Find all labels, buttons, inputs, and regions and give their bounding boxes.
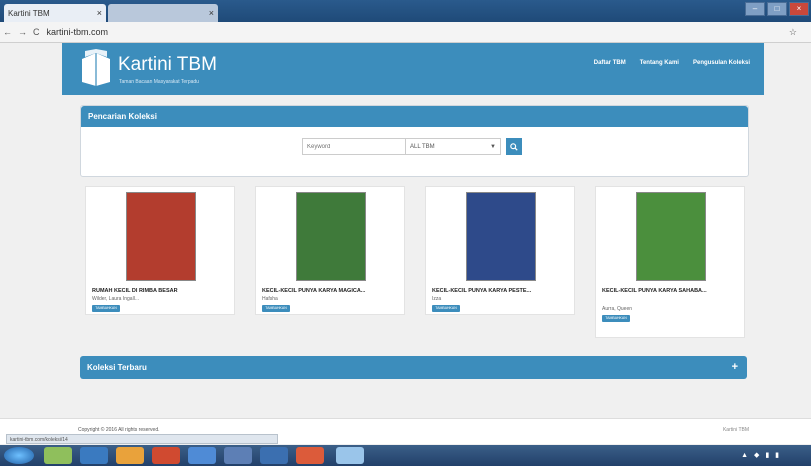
footer-brand: Kartini TBM xyxy=(722,427,749,433)
search-panel: Pencarian Koleksi ALL TBM ▼ xyxy=(80,105,749,177)
explorer-icon[interactable] xyxy=(44,447,72,464)
back-icon[interactable]: ← xyxy=(3,27,12,37)
word-icon[interactable] xyxy=(188,447,216,464)
tbm-select-value: ALL TBM xyxy=(410,143,435,150)
book-title[interactable]: RUMAH KECIL DI RIMBA BESAR xyxy=(92,287,230,295)
close-window-icon[interactable]: × xyxy=(789,2,809,16)
window-controls: – □ × xyxy=(745,2,809,16)
forward-icon[interactable]: → xyxy=(18,27,27,37)
search-input[interactable] xyxy=(302,138,406,155)
os-taskbar: ▲ ◆ ▮ ▮ xyxy=(0,445,811,466)
add-book-button[interactable]: TAMBAHKAN xyxy=(92,305,120,312)
status-url-bar: kartini-tbm.com/koleksi/14 xyxy=(6,434,278,444)
latest-collection-title: Koleksi Terbaru xyxy=(87,363,147,372)
search-icon xyxy=(510,142,518,151)
tab-close-icon-2[interactable]: × xyxy=(209,8,214,18)
ie-icon[interactable] xyxy=(80,447,108,464)
book-logo-icon xyxy=(82,49,110,86)
expand-plus-icon[interactable]: + xyxy=(732,356,738,379)
brand-title[interactable]: Kartini TBM xyxy=(118,54,217,76)
chrome-icon[interactable] xyxy=(296,447,324,464)
reload-icon[interactable]: C xyxy=(33,27,40,37)
book-card: RUMAH KECIL DI RIMBA BESAR Wilder, Laura… xyxy=(85,186,235,315)
tab-title: Kartini TBM xyxy=(8,8,50,18)
site-header: Kartini TBM Taman Bacaan Masyarakat Terp… xyxy=(62,43,764,95)
nav-pengusulan-koleksi[interactable]: Pengusulan Koleksi xyxy=(693,60,750,66)
book-cover-image[interactable] xyxy=(296,192,366,281)
book-author: Izza xyxy=(432,296,442,302)
browser-tab-bar: Kartini TBM × × – □ × xyxy=(0,0,811,22)
page-content: Kartini TBM Taman Bacaan Masyarakat Terp… xyxy=(0,43,811,444)
book-author: Aurra, Queen xyxy=(602,306,633,312)
brand-tagline: Taman Bacaan Masyarakat Terpadu xyxy=(119,79,199,85)
book-title[interactable]: KECIL-KECIL PUNYA KARYA SAHABA... xyxy=(602,287,740,295)
latest-collection-bar[interactable]: Koleksi Terbaru + xyxy=(80,356,747,379)
chevron-down-icon: ▼ xyxy=(490,143,496,150)
book-author: Hafsha xyxy=(262,296,278,302)
book-card: KECIL-KECIL PUNYA KARYA PESTE... Izza TA… xyxy=(425,186,575,315)
book-title[interactable]: KECIL-KECIL PUNYA KARYA PESTE... xyxy=(432,287,570,295)
book-cover-image[interactable] xyxy=(466,192,536,281)
maximize-icon[interactable]: □ xyxy=(767,2,787,16)
book-cover-image[interactable] xyxy=(126,192,196,281)
photoshop-icon[interactable] xyxy=(260,447,288,464)
book-title[interactable]: KECIL-KECIL PUNYA KARYA MAGICA... xyxy=(262,287,400,295)
browser-tab-active[interactable]: Kartini TBM × xyxy=(4,4,106,22)
nav-tentang-kami[interactable]: Tentang Kami xyxy=(640,60,679,66)
copyright-text: Copyright © 2016 All rights reserved. xyxy=(78,427,160,433)
window-icon[interactable] xyxy=(224,447,252,464)
bookmark-star-icon[interactable]: ☆ xyxy=(789,27,797,38)
add-book-button[interactable]: TAMBAHKAN xyxy=(262,305,290,312)
book-cover-image[interactable] xyxy=(636,192,706,281)
tab-close-icon[interactable]: × xyxy=(97,8,102,18)
system-tray[interactable]: ▲ ◆ ▮ ▮ xyxy=(741,451,781,459)
search-row: ALL TBM ▼ xyxy=(302,138,522,155)
address-bar: ← → C kartini-tbm.com ☆ xyxy=(0,22,811,43)
tbm-select[interactable]: ALL TBM ▼ xyxy=(406,138,501,155)
start-button-icon[interactable] xyxy=(4,447,34,464)
nav-daftar-tbm[interactable]: Daftar TBM xyxy=(594,60,626,66)
top-navigation: Daftar TBM Tentang Kami Pengusulan Kolek… xyxy=(594,60,750,66)
active-app-icon[interactable] xyxy=(336,447,364,464)
media-icon[interactable] xyxy=(116,447,144,464)
add-book-button[interactable]: TAMBAHKAN xyxy=(602,315,630,322)
search-button[interactable] xyxy=(506,138,522,155)
add-book-button[interactable]: TAMBAHKAN xyxy=(432,305,460,312)
minimize-icon[interactable]: – xyxy=(745,2,765,16)
office-icon[interactable] xyxy=(152,447,180,464)
search-panel-title: Pencarian Koleksi xyxy=(81,106,748,127)
url-field[interactable]: kartini-tbm.com xyxy=(47,27,109,37)
browser-tab-inactive[interactable]: × xyxy=(108,4,218,22)
book-author: Wilder, Laura Ingall... xyxy=(92,296,139,302)
book-card: KECIL-KECIL PUNYA KARYA SAHABA... Aurra,… xyxy=(595,186,745,338)
book-card: KECIL-KECIL PUNYA KARYA MAGICA... Hafsha… xyxy=(255,186,405,315)
